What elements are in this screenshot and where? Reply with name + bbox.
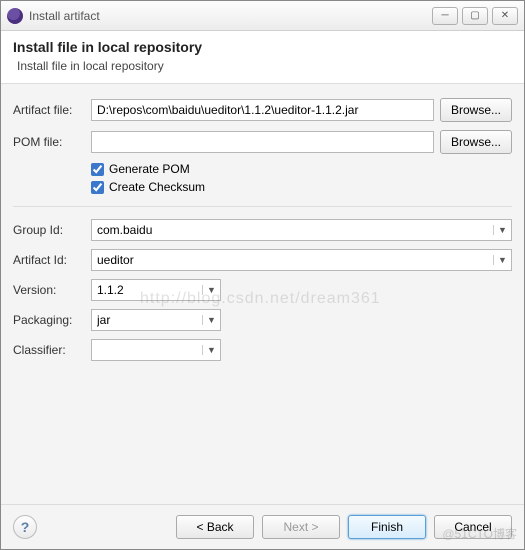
separator xyxy=(13,206,512,207)
help-icon[interactable]: ? xyxy=(13,515,37,539)
group-id-combo[interactable]: ▼ xyxy=(91,219,512,241)
window-controls: ─ ▢ ✕ xyxy=(432,7,518,25)
chevron-down-icon[interactable]: ▼ xyxy=(493,225,511,235)
group-id-label: Group Id: xyxy=(13,223,85,237)
page-title: Install file in local repository xyxy=(13,39,512,55)
page-description: Install file in local repository xyxy=(13,59,512,73)
classifier-combo[interactable]: ▼ xyxy=(91,339,221,361)
close-button[interactable]: ✕ xyxy=(492,7,518,25)
window-title: Install artifact xyxy=(29,9,432,23)
maximize-button[interactable]: ▢ xyxy=(462,7,488,25)
dialog-footer: ? < Back Next > Finish Cancel xyxy=(1,504,524,549)
artifact-file-input[interactable] xyxy=(91,99,434,121)
classifier-input[interactable] xyxy=(92,340,202,360)
install-artifact-dialog: Install artifact ─ ▢ ✕ Install file in l… xyxy=(0,0,525,550)
dialog-header: Install file in local repository Install… xyxy=(1,31,524,84)
dialog-content: Artifact file: Browse... POM file: Brows… xyxy=(1,84,524,504)
packaging-combo[interactable]: ▼ xyxy=(91,309,221,331)
pom-file-input[interactable] xyxy=(91,131,434,153)
app-icon xyxy=(7,8,23,24)
minimize-button[interactable]: ─ xyxy=(432,7,458,25)
artifact-id-combo[interactable]: ▼ xyxy=(91,249,512,271)
artifact-file-browse-button[interactable]: Browse... xyxy=(440,98,512,122)
chevron-down-icon[interactable]: ▼ xyxy=(202,315,220,325)
classifier-label: Classifier: xyxy=(13,343,85,357)
next-button[interactable]: Next > xyxy=(262,515,340,539)
packaging-label: Packaging: xyxy=(13,313,85,327)
back-button[interactable]: < Back xyxy=(176,515,254,539)
chevron-down-icon[interactable]: ▼ xyxy=(202,285,220,295)
group-id-input[interactable] xyxy=(92,220,493,240)
pom-file-label: POM file: xyxy=(13,135,85,149)
generate-pom-checkbox[interactable] xyxy=(91,163,104,176)
packaging-input[interactable] xyxy=(92,310,202,330)
version-label: Version: xyxy=(13,283,85,297)
titlebar: Install artifact ─ ▢ ✕ xyxy=(1,1,524,31)
cancel-button[interactable]: Cancel xyxy=(434,515,512,539)
chevron-down-icon[interactable]: ▼ xyxy=(493,255,511,265)
generate-pom-label: Generate POM xyxy=(109,162,190,176)
create-checksum-checkbox[interactable] xyxy=(91,181,104,194)
finish-button[interactable]: Finish xyxy=(348,515,426,539)
create-checksum-label: Create Checksum xyxy=(109,180,205,194)
version-input[interactable] xyxy=(92,280,202,300)
artifact-file-label: Artifact file: xyxy=(13,103,85,117)
artifact-id-input[interactable] xyxy=(92,250,493,270)
version-combo[interactable]: ▼ xyxy=(91,279,221,301)
chevron-down-icon[interactable]: ▼ xyxy=(202,345,220,355)
pom-file-browse-button[interactable]: Browse... xyxy=(440,130,512,154)
artifact-id-label: Artifact Id: xyxy=(13,253,85,267)
